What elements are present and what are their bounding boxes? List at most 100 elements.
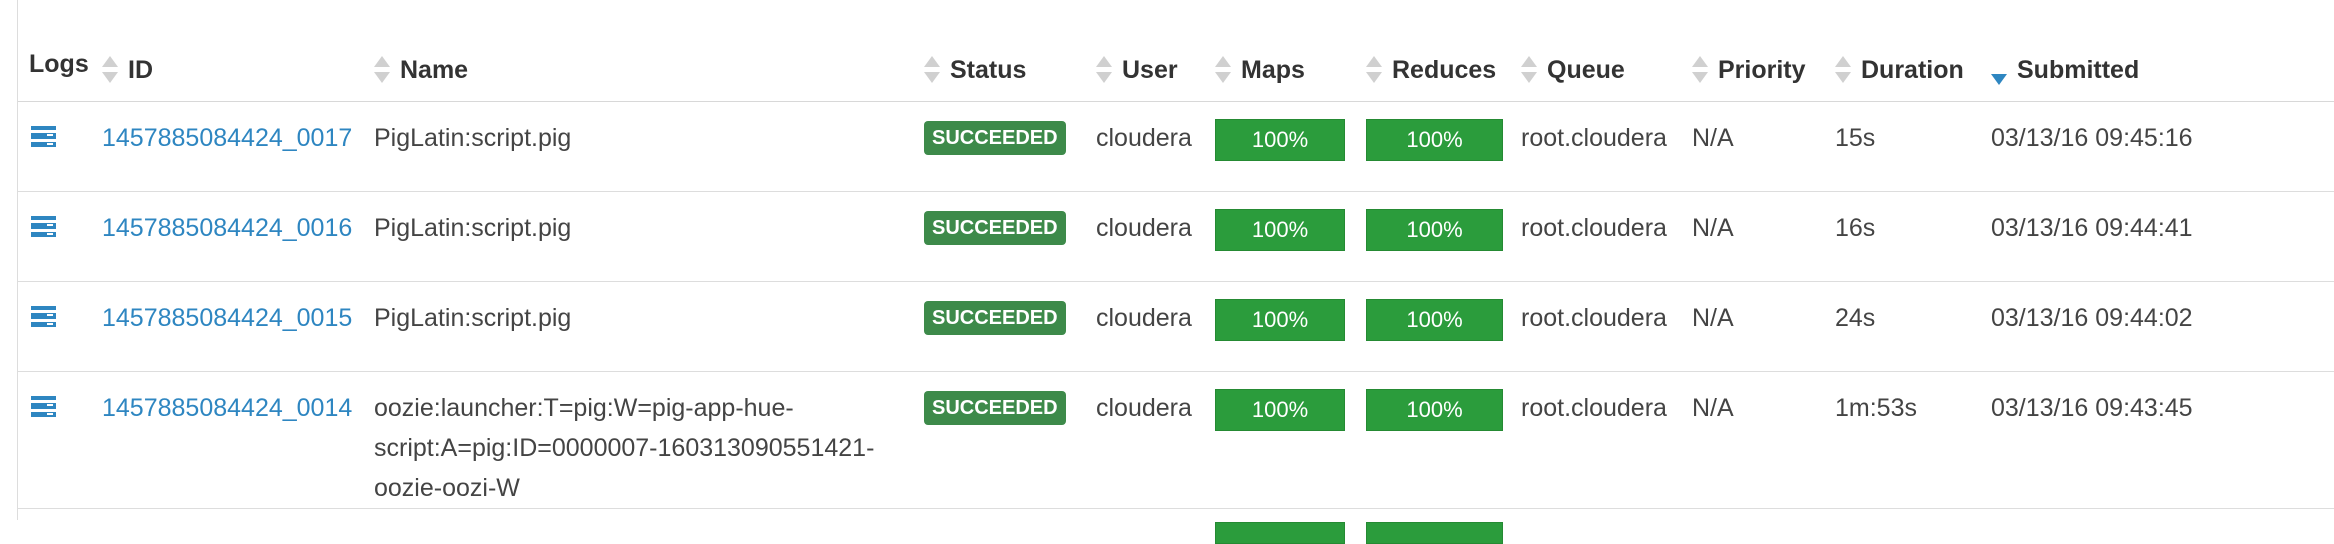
col-header-user[interactable]: User (1096, 0, 1215, 102)
col-header-status[interactable]: Status (924, 0, 1096, 102)
duration-cell: 1m:53s (1835, 372, 1991, 509)
logs-icon[interactable] (31, 394, 56, 418)
maps-cell: 100% (1215, 192, 1366, 282)
job-duration: 16s (1835, 192, 1991, 248)
reduces-progress-bar: 100% (1366, 299, 1503, 341)
job-name: PigLatin:script.pig (374, 282, 894, 338)
job-id-link[interactable]: 1457885084424_0015 (102, 304, 352, 332)
job-priority: N/A (1692, 372, 1835, 428)
job-priority: N/A (1692, 282, 1835, 338)
job-user: cloudera (1096, 372, 1215, 428)
queue-cell: root.cloudera (1521, 282, 1692, 372)
table-row: 1457885084424_0017 PigLatin:script.pig S… (18, 102, 2334, 192)
maps-cell: 100% (1215, 102, 1366, 192)
priority-cell: N/A (1692, 192, 1835, 282)
status-badge: SUCCEEDED (924, 391, 1066, 425)
job-name: PigLatin:script.pig (374, 192, 894, 248)
id-cell: 1457885084424_0017 (102, 102, 374, 192)
job-priority: N/A (1692, 102, 1835, 158)
col-header-submitted[interactable]: Submitted (1991, 0, 2334, 102)
reduces-cell: 100% (1366, 102, 1521, 192)
col-header-logs[interactable]: Logs (18, 0, 102, 102)
submitted-cell: 03/13/16 09:45:16 (1991, 102, 2334, 192)
job-duration: 24s (1835, 282, 1991, 338)
user-cell: cloudera (1096, 282, 1215, 372)
col-header-submitted-label: Submitted (2017, 56, 2139, 85)
maps-progress-bar: 100% (1215, 119, 1345, 161)
queue-cell: root.cloudera (1521, 372, 1692, 509)
name-cell: oozie:launcher:T=pig:W=pig-app-hue-scrip… (374, 372, 924, 509)
id-cell: 1457885084424_0014 (102, 372, 374, 509)
logs-cell (18, 102, 102, 192)
sort-icon (1692, 55, 1706, 85)
col-header-maps-label: Maps (1241, 56, 1305, 85)
sort-icon (1096, 55, 1110, 85)
logs-icon[interactable] (31, 124, 56, 148)
job-queue: root.cloudera (1521, 372, 1692, 428)
user-cell: cloudera (1096, 192, 1215, 282)
col-header-maps[interactable]: Maps (1215, 0, 1366, 102)
submitted-cell: 03/13/16 09:44:41 (1991, 192, 2334, 282)
col-header-duration-label: Duration (1861, 56, 1964, 85)
logs-cell (18, 192, 102, 282)
col-header-queue-label: Queue (1547, 56, 1625, 85)
table-row: 1457885084424_0014 oozie:launcher:T=pig:… (18, 372, 2334, 509)
job-submitted: 03/13/16 09:44:41 (1991, 192, 2334, 248)
sort-icon (102, 55, 116, 85)
logs-icon[interactable] (31, 304, 56, 328)
reduces-progress-bar: 100% (1366, 119, 1503, 161)
sort-icon (924, 55, 938, 85)
maps-progress-bar: 100% (1215, 209, 1345, 251)
job-submitted: 03/13/16 09:44:02 (1991, 282, 2334, 338)
user-cell: cloudera (1096, 102, 1215, 192)
reduces-cell: 100% (1366, 372, 1521, 509)
job-user: cloudera (1096, 192, 1215, 248)
job-submitted: 03/13/16 09:45:16 (1991, 102, 2334, 158)
col-header-reduces[interactable]: Reduces (1366, 0, 1521, 102)
col-header-duration[interactable]: Duration (1835, 0, 1991, 102)
col-header-name[interactable]: Name (374, 0, 924, 102)
job-id-link[interactable]: 1457885084424_0017 (102, 124, 352, 152)
table-row: 1457885084424_0016 PigLatin:script.pig S… (18, 192, 2334, 282)
job-queue: root.cloudera (1521, 102, 1692, 158)
status-badge: SUCCEEDED (924, 301, 1066, 335)
status-cell: SUCCEEDED (924, 372, 1096, 509)
col-header-priority[interactable]: Priority (1692, 0, 1835, 102)
status-cell: SUCCEEDED (924, 282, 1096, 372)
submitted-cell: 03/13/16 09:44:02 (1991, 282, 2334, 372)
job-submitted: 03/13/16 09:43:45 (1991, 372, 2334, 428)
job-priority: N/A (1692, 192, 1835, 248)
logs-icon[interactable] (31, 214, 56, 238)
job-queue: root.cloudera (1521, 282, 1692, 338)
job-id-link[interactable]: 1457885084424_0016 (102, 214, 352, 242)
logs-cell (18, 372, 102, 509)
table-row-partial (18, 509, 2334, 544)
maps-progress-bar: 100% (1215, 299, 1345, 341)
col-header-id[interactable]: ID (102, 0, 374, 102)
queue-cell: root.cloudera (1521, 192, 1692, 282)
header-row: Logs ID Name (18, 0, 2334, 102)
status-badge: SUCCEEDED (924, 121, 1066, 155)
priority-cell: N/A (1692, 372, 1835, 509)
name-cell: PigLatin:script.pig (374, 282, 924, 372)
status-cell: SUCCEEDED (924, 192, 1096, 282)
table-row: 1457885084424_0015 PigLatin:script.pig S… (18, 282, 2334, 372)
col-header-name-label: Name (400, 56, 468, 85)
sort-icon (1835, 55, 1849, 85)
maps-cell: 100% (1215, 372, 1366, 509)
col-header-queue[interactable]: Queue (1521, 0, 1692, 102)
maps-progress-bar (1215, 522, 1345, 544)
col-header-status-label: Status (950, 56, 1026, 85)
name-cell: PigLatin:script.pig (374, 102, 924, 192)
col-header-priority-label: Priority (1718, 56, 1806, 85)
sort-descending-icon (1991, 55, 2005, 85)
maps-progress-bar: 100% (1215, 389, 1345, 431)
maps-cell: 100% (1215, 282, 1366, 372)
jobs-table-container: Logs ID Name (17, 0, 2334, 520)
job-name: oozie:launcher:T=pig:W=pig-app-hue-scrip… (374, 372, 894, 508)
job-id-link[interactable]: 1457885084424_0014 (102, 394, 352, 422)
col-header-user-label: User (1122, 56, 1178, 85)
submitted-cell: 03/13/16 09:43:45 (1991, 372, 2334, 509)
id-cell: 1457885084424_0015 (102, 282, 374, 372)
job-user: cloudera (1096, 102, 1215, 158)
